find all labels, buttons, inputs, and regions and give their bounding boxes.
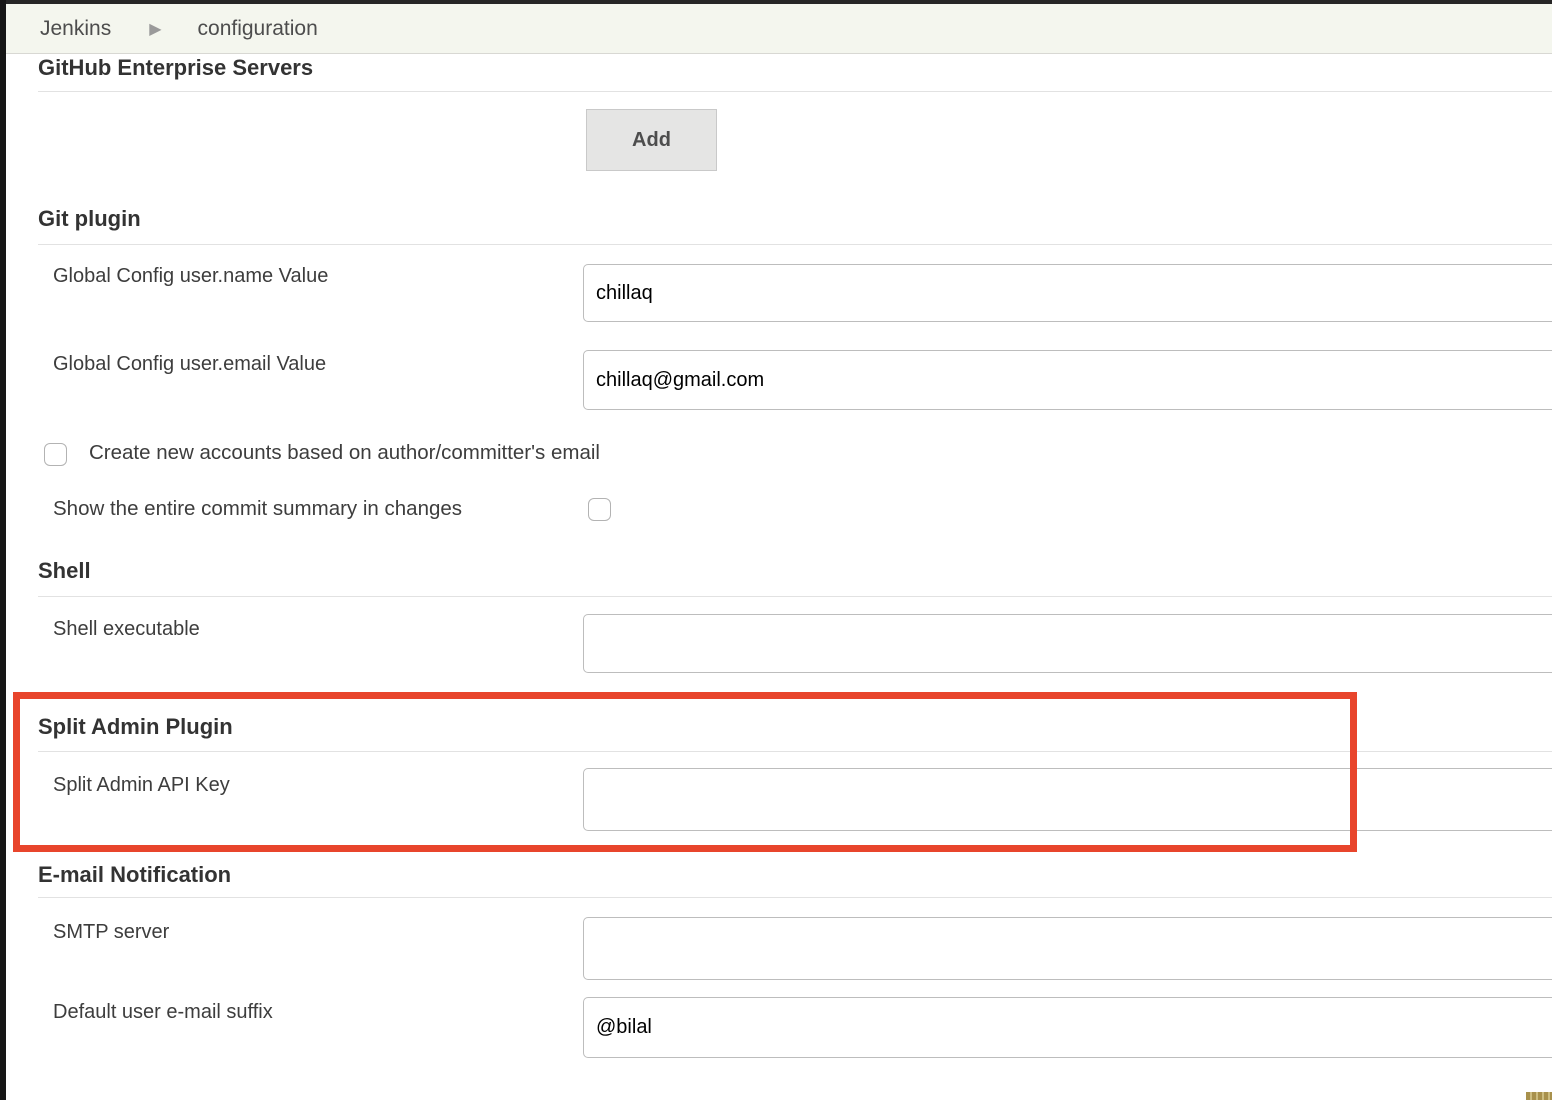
shell-executable-label: Shell executable — [53, 618, 200, 641]
create-accounts-checkbox[interactable] — [44, 443, 67, 466]
breadcrumb-configuration-link[interactable]: configuration — [198, 17, 318, 41]
section-title-shell: Shell — [38, 558, 91, 584]
split-admin-api-key-label: Split Admin API Key — [53, 774, 230, 797]
create-accounts-label: Create new accounts based on author/comm… — [89, 441, 600, 465]
user-name-input[interactable] — [583, 264, 1552, 322]
breadcrumb-jenkins-link[interactable]: Jenkins — [40, 17, 111, 41]
jenkins-configuration-page: Jenkins ▶ configuration GitHub Enterpris… — [0, 0, 1552, 1100]
add-button[interactable]: Add — [586, 109, 717, 171]
section-divider — [38, 91, 1552, 92]
user-name-label: Global Config user.name Value — [53, 265, 328, 288]
smtp-server-input[interactable] — [583, 917, 1552, 980]
section-divider — [38, 897, 1552, 898]
split-admin-api-key-input[interactable] — [583, 768, 1552, 831]
smtp-server-label: SMTP server — [53, 921, 169, 944]
email-suffix-input[interactable] — [583, 997, 1552, 1058]
section-divider — [38, 751, 1552, 752]
window-edge-left — [0, 0, 6, 1100]
breadcrumb: Jenkins ▶ configuration — [0, 4, 1552, 54]
section-title-git-plugin: Git plugin — [38, 206, 141, 232]
email-suffix-label: Default user e-mail suffix — [53, 1001, 273, 1024]
user-email-label: Global Config user.email Value — [53, 353, 326, 376]
user-email-input[interactable] — [583, 350, 1552, 410]
section-title-split-admin-plugin: Split Admin Plugin — [38, 714, 233, 740]
commit-summary-checkbox[interactable] — [588, 498, 611, 521]
chevron-right-icon: ▶ — [149, 19, 161, 39]
shell-executable-input[interactable] — [583, 614, 1552, 673]
section-divider — [38, 244, 1552, 245]
section-divider — [38, 596, 1552, 597]
section-title-github-enterprise-servers: GitHub Enterprise Servers — [38, 55, 313, 81]
commit-summary-label: Show the entire commit summary in change… — [53, 497, 462, 521]
section-title-email-notification: E-mail Notification — [38, 862, 231, 888]
clipped-gold-icon — [1526, 1092, 1552, 1100]
